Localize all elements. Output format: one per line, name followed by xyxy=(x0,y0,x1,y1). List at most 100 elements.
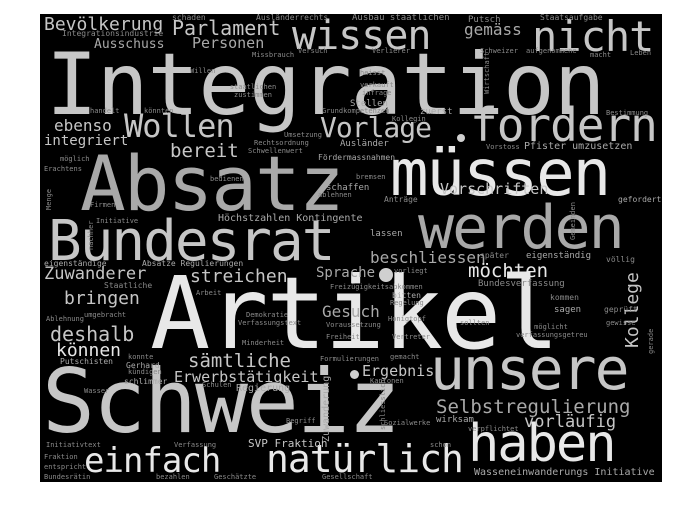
word-geprueft: geprüft xyxy=(604,305,638,314)
word-schulen: Schulen xyxy=(202,381,232,389)
word-ablehnung: Ablehnung xyxy=(46,315,84,323)
word-rechtsordnung: Rechtsordnung xyxy=(254,139,309,147)
word-wirtschaft: Wirtschaft xyxy=(483,51,491,94)
word-verfassung: Verfassung xyxy=(174,441,217,449)
word-umgebracht: umgebracht xyxy=(84,311,127,319)
word-hoechstzahlen: Höchstzahlen Kontingente xyxy=(218,213,363,224)
word-staatlichen-zustimmen: staatlichen zustimmen xyxy=(229,83,277,99)
word-vorliegt: vorliegt xyxy=(394,267,428,275)
word-voellig: völlig xyxy=(606,255,635,264)
word-voraussetzung: Voraussetzung xyxy=(326,321,381,329)
word-willen: Willen xyxy=(190,67,216,75)
word-menge: Menge xyxy=(45,188,53,210)
word-wasser: Wasser xyxy=(84,387,110,395)
word-antraege: Anträge xyxy=(384,195,418,204)
word-bundesverfassung: Bundesverfassung xyxy=(478,279,565,289)
word-zuwanderung: Zuwanderung xyxy=(321,375,332,442)
word-auslaender: Ausländer xyxy=(340,139,389,149)
word-sozialwerke: Sozialwerke xyxy=(384,419,431,427)
word-vertreter: Vertreter xyxy=(392,333,430,341)
word-handelt: handelt xyxy=(90,107,120,115)
word-gewisse: gewisse xyxy=(606,319,636,327)
word-ablehnen: ablehnen xyxy=(318,191,352,199)
word-vorschriften: Vorschriften xyxy=(440,180,549,198)
word-integriert: integriert xyxy=(44,133,129,149)
word-heisst: heisst xyxy=(360,69,386,77)
word-kuendigen: kündigen xyxy=(128,368,162,376)
word-beschliessen: beschliessen xyxy=(370,248,486,267)
word-bundesraetin: Bundesrätin xyxy=(44,473,91,481)
word-putschisten: Putschisten xyxy=(60,357,113,366)
word-moeglich: möglich xyxy=(60,155,90,163)
word-wirksam: wirksam xyxy=(436,415,474,425)
word-bereit: bereit xyxy=(170,140,239,162)
word-nachher: nachher xyxy=(87,220,95,250)
word-bedienen: bedienen xyxy=(210,175,244,183)
word-schwellenwert: Schwellenwert xyxy=(248,147,303,155)
dot-mark xyxy=(379,268,393,282)
word-bestimmung: Bestimmung xyxy=(606,109,649,117)
word-initiativtext: Initiativtext xyxy=(46,441,101,449)
word-eigenstaendig: eigenständig xyxy=(526,251,592,261)
word-unsere: unsere xyxy=(430,335,630,403)
word-geschaetzte: Geschätzte xyxy=(214,473,257,481)
word-kollegin: Kollegin xyxy=(392,115,426,123)
word-gesuch: Gesuch xyxy=(322,302,380,321)
dot-mark xyxy=(457,134,465,142)
word-gerade: gerade xyxy=(647,328,655,354)
word-bringen: bringen xyxy=(64,288,140,309)
word-putsch: Putsch xyxy=(468,15,501,25)
word-wasseneinwanderungs: Wasseneinwanderungs Initiative xyxy=(474,467,655,478)
word-svp-fraktion: SVP Fraktion xyxy=(248,437,328,450)
word-missbrauch: Missbrauch xyxy=(252,51,295,59)
word-firmen: Firmen xyxy=(90,201,116,209)
word-schlimmer: schlimmer xyxy=(124,377,168,386)
word-spaeter: später xyxy=(480,251,509,260)
word-gefordert: gefordert xyxy=(618,195,662,204)
word-lassen: lassen xyxy=(370,229,403,239)
word-demokratie: Demokratie xyxy=(246,311,289,319)
word-kommen: kommen xyxy=(550,293,579,302)
word-sagen: sagen xyxy=(554,305,582,315)
word-verpflichtet: verpflichtet xyxy=(468,425,519,433)
word-bremsen: bremsen xyxy=(356,173,386,181)
word-ausbau-staatlichen: Ausbau staatlichen xyxy=(352,14,450,23)
word-freizuegigkeitsabkommen: Freizügigkeitsabkommen xyxy=(330,283,423,291)
word-vorlaeufig: vorläufig xyxy=(524,412,617,432)
word-erachtens: Erachtens xyxy=(44,165,82,173)
word-freiheit: Freiheit xyxy=(326,333,360,341)
word-verlierer: Verlierer xyxy=(372,47,410,55)
word-gerhard: Gerhard xyxy=(126,361,160,370)
word-macht: macht xyxy=(590,51,612,59)
word-initiative: Initiative xyxy=(96,217,139,225)
word-moeglicht-verfassungsgetreu: möglicht verfassungsgetreu xyxy=(516,323,588,339)
word-fraktion: Fraktion xyxy=(44,453,78,461)
word-pfister-umzusetzen: Pfister umzusetzen xyxy=(524,141,633,152)
word-gesellschaft: Gesellschaft xyxy=(322,473,373,481)
word-koennten: könnten xyxy=(144,107,174,115)
word-staatliche: Staatliche xyxy=(104,281,153,290)
word-sprache: Sprache xyxy=(316,265,376,281)
word-integrationsindustrie: Integrationsindustrie xyxy=(62,29,164,38)
word-entspricht: entspricht xyxy=(44,463,87,471)
word-konnte: konnte xyxy=(128,353,154,361)
word-cloud: Integration Artikel Schweiz Absatz müsse… xyxy=(40,14,662,482)
word-leben: Leben xyxy=(630,49,652,57)
word-vorstoss: Vorstoss xyxy=(486,143,520,151)
word-absaetze-regulierungen: Absätze Regulierungen xyxy=(142,259,244,268)
word-grundkompetenzen: Grundkompetenzen xyxy=(322,107,390,115)
word-begriff: Begriff xyxy=(286,417,316,425)
word-schon: schon xyxy=(430,441,452,449)
word-verfassungstext: Verfassungstext xyxy=(238,319,302,327)
dot-mark xyxy=(350,370,359,379)
word-ausschuss: Ausschuss xyxy=(94,37,165,52)
word-eigenstaendige: eigenständige xyxy=(44,259,107,268)
word-gemeinden: Gemeinden xyxy=(569,202,577,240)
word-formulierungen: Formulierungen xyxy=(320,355,380,363)
word-einfach: einfach xyxy=(84,441,221,481)
word-arbeit: Arbeit xyxy=(196,289,222,297)
word-bezahlen: bezahlen xyxy=(156,473,190,481)
word-schaden: schaden xyxy=(172,14,206,22)
word-ebenso: ebenso xyxy=(54,116,112,135)
word-auslaenderrechts: Ausländerrechts xyxy=(256,14,329,22)
